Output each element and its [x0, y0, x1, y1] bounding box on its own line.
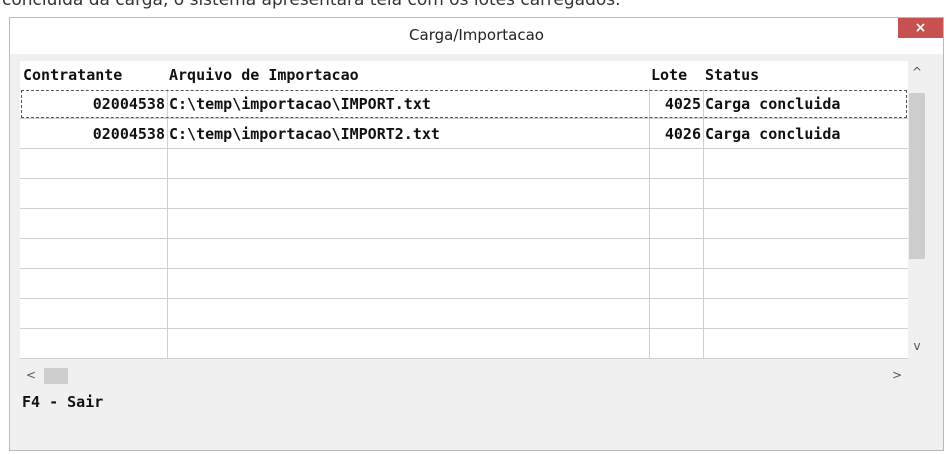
vertical-scrollbar[interactable]: ^ v [908, 61, 926, 359]
close-button[interactable]: × [898, 18, 943, 38]
table-row-empty[interactable] [20, 179, 908, 209]
background-document-text: concluída da carga, o sistema apresentar… [2, 0, 621, 10]
column-header-arquivo[interactable]: Arquivo de Importacao [167, 61, 649, 89]
cell-contratante: 02004538 [92, 95, 165, 113]
column-header-lote[interactable]: Lote [649, 61, 703, 89]
cell-status: Carga concluida [705, 95, 841, 113]
grid-header: Contratante Arquivo de Importacao Lote S… [20, 61, 926, 89]
scroll-right-icon[interactable]: > [888, 368, 906, 382]
scroll-left-icon[interactable]: < [22, 368, 40, 382]
table-row-empty[interactable] [20, 269, 908, 299]
table-row[interactable]: 02004538 C:\temp\importacao\IMPORT.txt 4… [20, 89, 908, 119]
title-bar[interactable]: Carga/Importacao × [10, 18, 943, 54]
column-header-contratante[interactable]: Contratante [20, 61, 167, 89]
cell-arquivo: C:\temp\importacao\IMPORT2.txt [169, 125, 440, 143]
vertical-scroll-thumb[interactable] [909, 93, 925, 259]
scroll-down-icon[interactable]: v [908, 339, 926, 353]
cell-lote: 4025 [664, 95, 701, 113]
window-title: Carga/Importacao [409, 26, 544, 44]
import-grid[interactable]: Contratante Arquivo de Importacao Lote S… [20, 61, 926, 359]
cell-arquivo: C:\temp\importacao\IMPORT.txt [169, 95, 431, 113]
cell-lote: 4026 [664, 125, 701, 143]
table-row-empty[interactable] [20, 329, 908, 359]
cell-contratante: 02004538 [92, 125, 165, 143]
scroll-up-icon[interactable]: ^ [908, 65, 926, 79]
table-row-empty[interactable] [20, 209, 908, 239]
column-header-status[interactable]: Status [703, 61, 908, 89]
horizontal-scroll-thumb[interactable] [44, 368, 68, 384]
table-row[interactable]: 02004538 C:\temp\importacao\IMPORT2.txt … [20, 119, 908, 149]
table-row-empty[interactable] [20, 299, 908, 329]
footer-hint: F4 - Sair [22, 393, 104, 411]
cell-status: Carga concluida [705, 125, 841, 143]
table-row-empty[interactable] [20, 149, 908, 179]
horizontal-scrollbar[interactable]: < > [20, 367, 908, 385]
table-row-empty[interactable] [20, 239, 908, 269]
